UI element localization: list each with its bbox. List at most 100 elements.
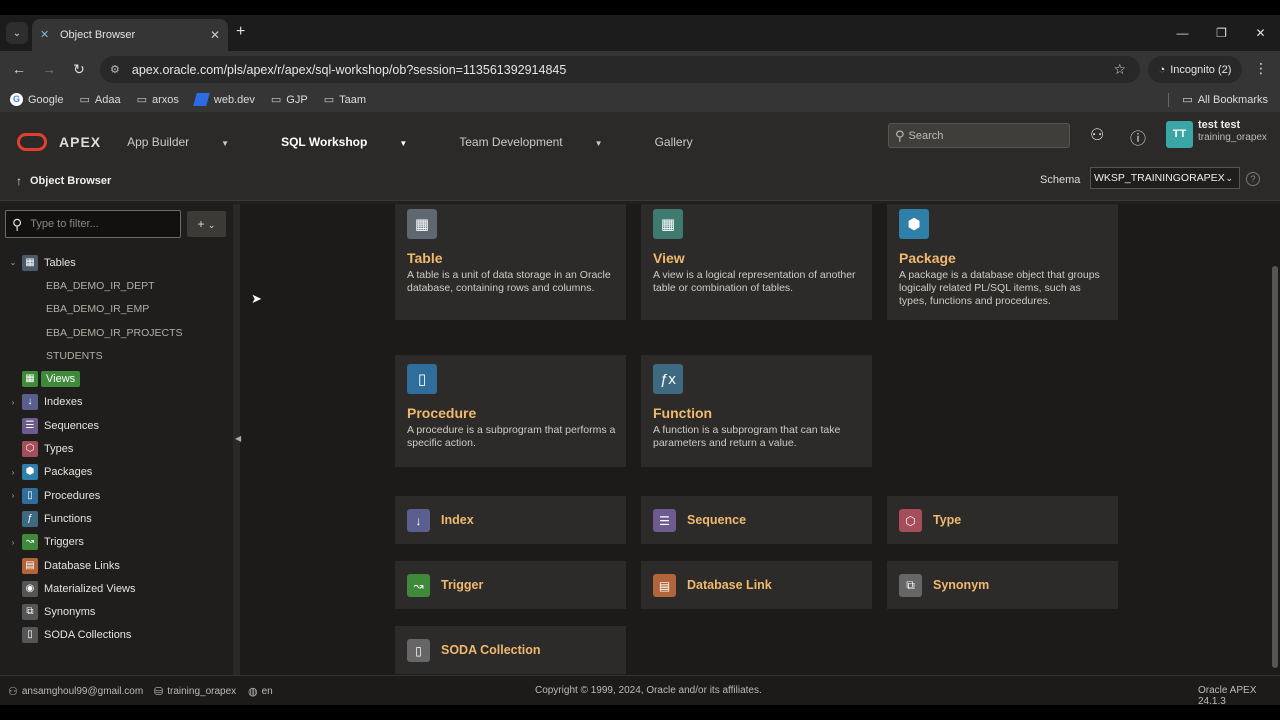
expand-toggle-icon[interactable]: ⌄ — [6, 258, 20, 267]
card-title: SODA Collection — [441, 643, 541, 657]
menu-team-development[interactable]: Team Development ▼ — [459, 135, 628, 149]
tree-item-procedures[interactable]: › ▯ Procedures — [0, 484, 233, 507]
webdev-icon — [193, 93, 210, 106]
tree-item-label: Database Links — [44, 559, 120, 572]
create-object-button[interactable]: + ⌄ — [187, 211, 226, 237]
url-field[interactable]: ⚙ apex.oracle.com/pls/apex/r/apex/sql-wo… — [100, 56, 1140, 83]
table-icon: ▦ — [407, 209, 437, 239]
card-soda-collection[interactable]: ▯ SODA Collection — [395, 626, 626, 674]
tree-child-item[interactable]: EBA_DEMO_IR_PROJECTS — [0, 321, 233, 344]
panel-splitter[interactable]: ◀ — [233, 204, 241, 675]
tree-item-materialized-views[interactable]: ◉ Materialized Views — [0, 577, 233, 600]
card-function[interactable]: ƒx Function A function is a subprogram tha… — [641, 355, 872, 467]
tree-item-soda-collections[interactable]: ▯ SODA Collections — [0, 624, 233, 647]
bookmark-label: GJP — [286, 93, 308, 106]
bookmark-webdev[interactable]: web.dev — [193, 93, 255, 106]
bookmark-taam[interactable]: ▭ Taam — [324, 93, 367, 107]
tab-bar: ⌄ ✕ Object Browser ✕ + — ❐ ✕ — [0, 15, 1280, 51]
tab-close-icon[interactable]: ✕ — [210, 28, 220, 42]
card-sequence[interactable]: ☰ Sequence — [641, 496, 872, 544]
user-name[interactable]: test test — [1198, 119, 1240, 132]
site-info-icon[interactable]: ⚙ — [110, 63, 120, 76]
help-icon[interactable]: ⓘ — [1130, 125, 1146, 149]
oracle-logo-icon[interactable] — [17, 133, 47, 151]
card-database-link[interactable]: ▤ Database Link — [641, 561, 872, 609]
google-icon: G — [10, 93, 23, 106]
tab-search-icon[interactable]: ⌄ — [6, 22, 28, 44]
tree-item-label: Synonyms — [44, 606, 96, 619]
new-tab-icon[interactable]: + — [236, 23, 245, 41]
bookmark-google[interactable]: G Google — [10, 93, 63, 106]
filter-input[interactable]: ⚲ Type to filter... — [5, 210, 181, 238]
expand-toggle-icon[interactable]: › — [6, 468, 20, 477]
incognito-badge[interactable]: ◔ Incognito (2) — [1148, 56, 1242, 83]
back-icon[interactable]: ← — [4, 61, 34, 77]
menu-app-builder[interactable]: App Builder ▼ — [127, 135, 255, 149]
bookmark-adaa[interactable]: ▭ Adaa — [79, 93, 120, 107]
bookmarks-divider — [1168, 93, 1170, 107]
footer-workspace[interactable]: ⛁ training_orapex — [154, 685, 236, 698]
tree-item-indexes[interactable]: › ↓ Indexes — [0, 391, 233, 414]
all-bookmarks[interactable]: ▭ All Bookmarks — [1168, 93, 1268, 107]
card-description: A procedure is a subprogram that perform… — [407, 424, 616, 449]
tree-item-triggers[interactable]: › ↝ Triggers — [0, 531, 233, 554]
card-view[interactable]: ▦ View A view is a logical representation … — [641, 204, 872, 320]
tree-child-item[interactable]: EBA_DEMO_IR_EMP — [0, 298, 233, 321]
footer-language[interactable]: ◍ en — [248, 685, 273, 698]
card-table[interactable]: ▦ Table A table is a unit of data storage … — [395, 204, 626, 320]
tree-child-item[interactable]: EBA_DEMO_IR_DEPT — [0, 274, 233, 297]
card-package[interactable]: ⬢ Package A package is a database object t… — [887, 204, 1118, 320]
card-index[interactable]: ↓ Index — [395, 496, 626, 544]
tree-item-tables[interactable]: ⌄ ▦ Tables — [0, 251, 233, 274]
minimize-icon[interactable]: — — [1163, 15, 1202, 51]
card-description: A view is a logical representation of an… — [653, 269, 856, 294]
object-cards: ▦ Table A table is a unit of data storage … — [240, 204, 1270, 675]
tree-item-database-links[interactable]: ▤ Database Links — [0, 554, 233, 577]
schema-value: WKSP_TRAININGORAPEX — [1094, 172, 1225, 184]
card-trigger[interactable]: ↝ Trigger — [395, 561, 626, 609]
card-type[interactable]: ⬡ Type — [887, 496, 1118, 544]
tree-item-types[interactable]: ⬡ Types — [0, 437, 233, 460]
avatar[interactable]: TT — [1166, 121, 1193, 148]
forward-icon[interactable]: → — [34, 61, 64, 77]
menu-gallery[interactable]: Gallery — [655, 135, 719, 149]
function-icon: ƒ — [22, 510, 38, 527]
dblink-icon: ▤ — [22, 557, 38, 574]
footer-workspace-label: training_orapex — [167, 686, 237, 697]
card-procedure[interactable]: ▯ Procedure A procedure is a subprogram th… — [395, 355, 626, 467]
footer-user[interactable]: ⚇ ansamghoul99@gmail.com — [8, 685, 143, 698]
tree-item-sequences[interactable]: ☰ Sequences — [0, 414, 233, 437]
restore-icon[interactable]: ❐ — [1202, 15, 1241, 51]
bookmark-arxos[interactable]: ▭ arxos — [137, 93, 179, 107]
url-text: apex.oracle.com/pls/apex/r/apex/sql-work… — [131, 62, 567, 77]
admin-user-icon[interactable]: ⚇ — [1090, 125, 1104, 145]
apex-brand[interactable]: APEX — [59, 134, 101, 150]
tree-child-item[interactable]: STUDENTS — [0, 344, 233, 367]
arrow-up-icon[interactable]: ↑ — [16, 174, 22, 188]
tree-item-views[interactable]: ▦ Views — [0, 367, 233, 390]
bookmark-label: Taam — [339, 93, 367, 106]
footer-copyright: Copyright © 1999, 2024, Oracle and/or it… — [535, 685, 762, 696]
bookmark-star-icon[interactable]: ☆ — [1113, 61, 1126, 78]
card-title: Index — [441, 513, 474, 527]
tree-item-functions[interactable]: ƒ Functions — [0, 507, 233, 530]
schema-select[interactable]: WKSP_TRAININGORAPEX ⌄ — [1090, 167, 1240, 189]
expand-toggle-icon[interactable]: › — [6, 491, 20, 500]
apex-favicon-icon: ✕ — [40, 29, 50, 41]
chevron-down-icon: ⌄ — [207, 220, 216, 230]
bookmark-gjp[interactable]: ▭ GJP — [271, 93, 308, 107]
browser-menu-icon[interactable]: ⋮ — [1254, 60, 1268, 77]
menu-sql-workshop[interactable]: SQL Workshop ▼ — [281, 135, 433, 149]
close-window-icon[interactable]: ✕ — [1241, 15, 1280, 51]
card-description: A function is a subprogram that can take… — [653, 424, 841, 449]
expand-toggle-icon[interactable]: › — [6, 398, 20, 407]
reload-icon[interactable]: ↻ — [64, 61, 94, 78]
scrollbar[interactable] — [1272, 266, 1278, 668]
expand-toggle-icon[interactable]: › — [6, 538, 20, 547]
card-synonym[interactable]: ⧉ Synonym — [887, 561, 1118, 609]
tree-item-synonyms[interactable]: ⧉ Synonyms — [0, 600, 233, 623]
tree-item-packages[interactable]: › ⬢ Packages — [0, 461, 233, 484]
tab-object-browser[interactable]: ✕ Object Browser ✕ — [32, 19, 228, 51]
search-input[interactable]: ⚲ Search — [888, 123, 1070, 148]
schema-help-icon[interactable]: ? — [1246, 172, 1260, 186]
